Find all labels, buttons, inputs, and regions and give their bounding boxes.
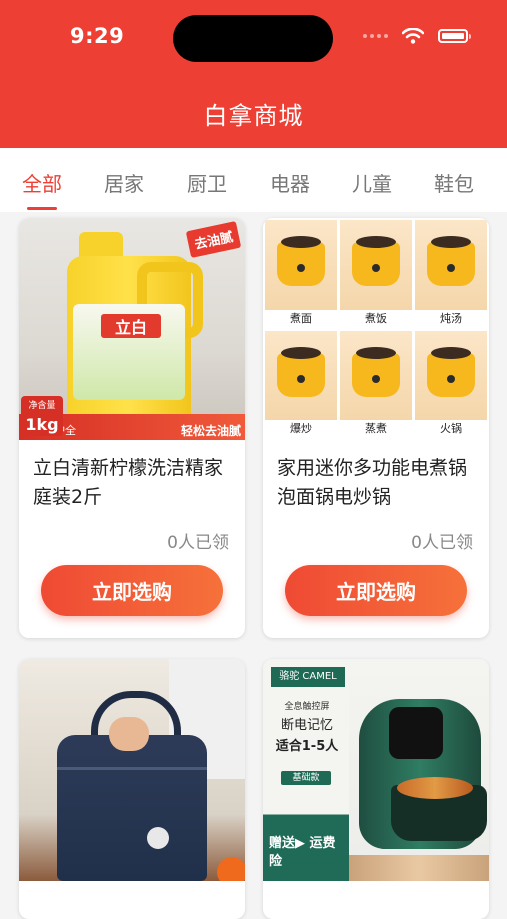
category-tabs: 全部 居家 厨卫 电器 儿童 鞋包 [0,148,507,212]
tab-all[interactable]: 全部 [22,168,62,197]
brand-logo: 立白 [101,314,161,338]
battery-icon [438,29,471,43]
weight-badge: 净含量 1kg [21,396,63,436]
tab-children[interactable]: 儿童 [352,168,392,197]
product-card[interactable] [19,659,245,919]
tab-home[interactable]: 居家 [104,168,144,197]
cellular-dots-icon [363,34,388,38]
brand-logo: 骆驼 CAMEL [271,667,345,687]
wifi-icon [402,28,424,44]
claimed-count: 0人已领 [167,533,229,553]
product-card[interactable]: 立白 去油腻 呵护全家健康 轻松去油腻 净含量 1kg 立白清新柠檬洗洁精家庭装… [19,218,245,638]
page-title: 白拿商城 [203,102,304,130]
app-header: 9:29 白拿商城 [0,0,507,148]
status-icons [363,28,471,44]
tab-appliances[interactable]: 电器 [270,168,310,197]
product-image[interactable]: 立白 去油腻 呵护全家健康 轻松去油腻 净含量 1kg [19,218,245,440]
buy-now-button[interactable]: 立即选购 [41,565,223,616]
tab-kitchen-bath[interactable]: 厨卫 [187,168,227,197]
product-tag: 去油腻 [185,220,242,259]
product-title[interactable]: 家用迷你多功能电煮锅泡面锅电炒锅 [277,454,477,512]
product-image[interactable]: 骆驼 CAMEL 全息触控屏 断电记忆 适合1-5人 基础款 赠送▶ 运费险 [263,659,489,881]
buy-now-button[interactable]: 立即选购 [285,565,467,616]
status-time: 9:29 [70,24,125,48]
product-image[interactable]: 煮面 煮饭 炖汤 爆炒 蒸煮 火锅 [263,218,489,440]
product-card[interactable]: 骆驼 CAMEL 全息触控屏 断电记忆 适合1-5人 基础款 赠送▶ 运费险 [263,659,489,919]
tab-shoes-bags[interactable]: 鞋包 [434,168,474,197]
product-card[interactable]: 煮面 煮饭 炖汤 爆炒 蒸煮 火锅 家用迷你多功能电煮锅泡面锅电炒锅 0人已领 … [263,218,489,638]
product-image[interactable] [19,659,245,881]
strip-text-right: 轻松去油腻 [180,424,241,438]
dynamic-island [173,15,333,62]
claimed-count: 0人已领 [411,533,473,553]
product-title[interactable]: 立白清新柠檬洗洁精家庭装2斤 [33,454,233,512]
tab-indicator [27,207,57,210]
